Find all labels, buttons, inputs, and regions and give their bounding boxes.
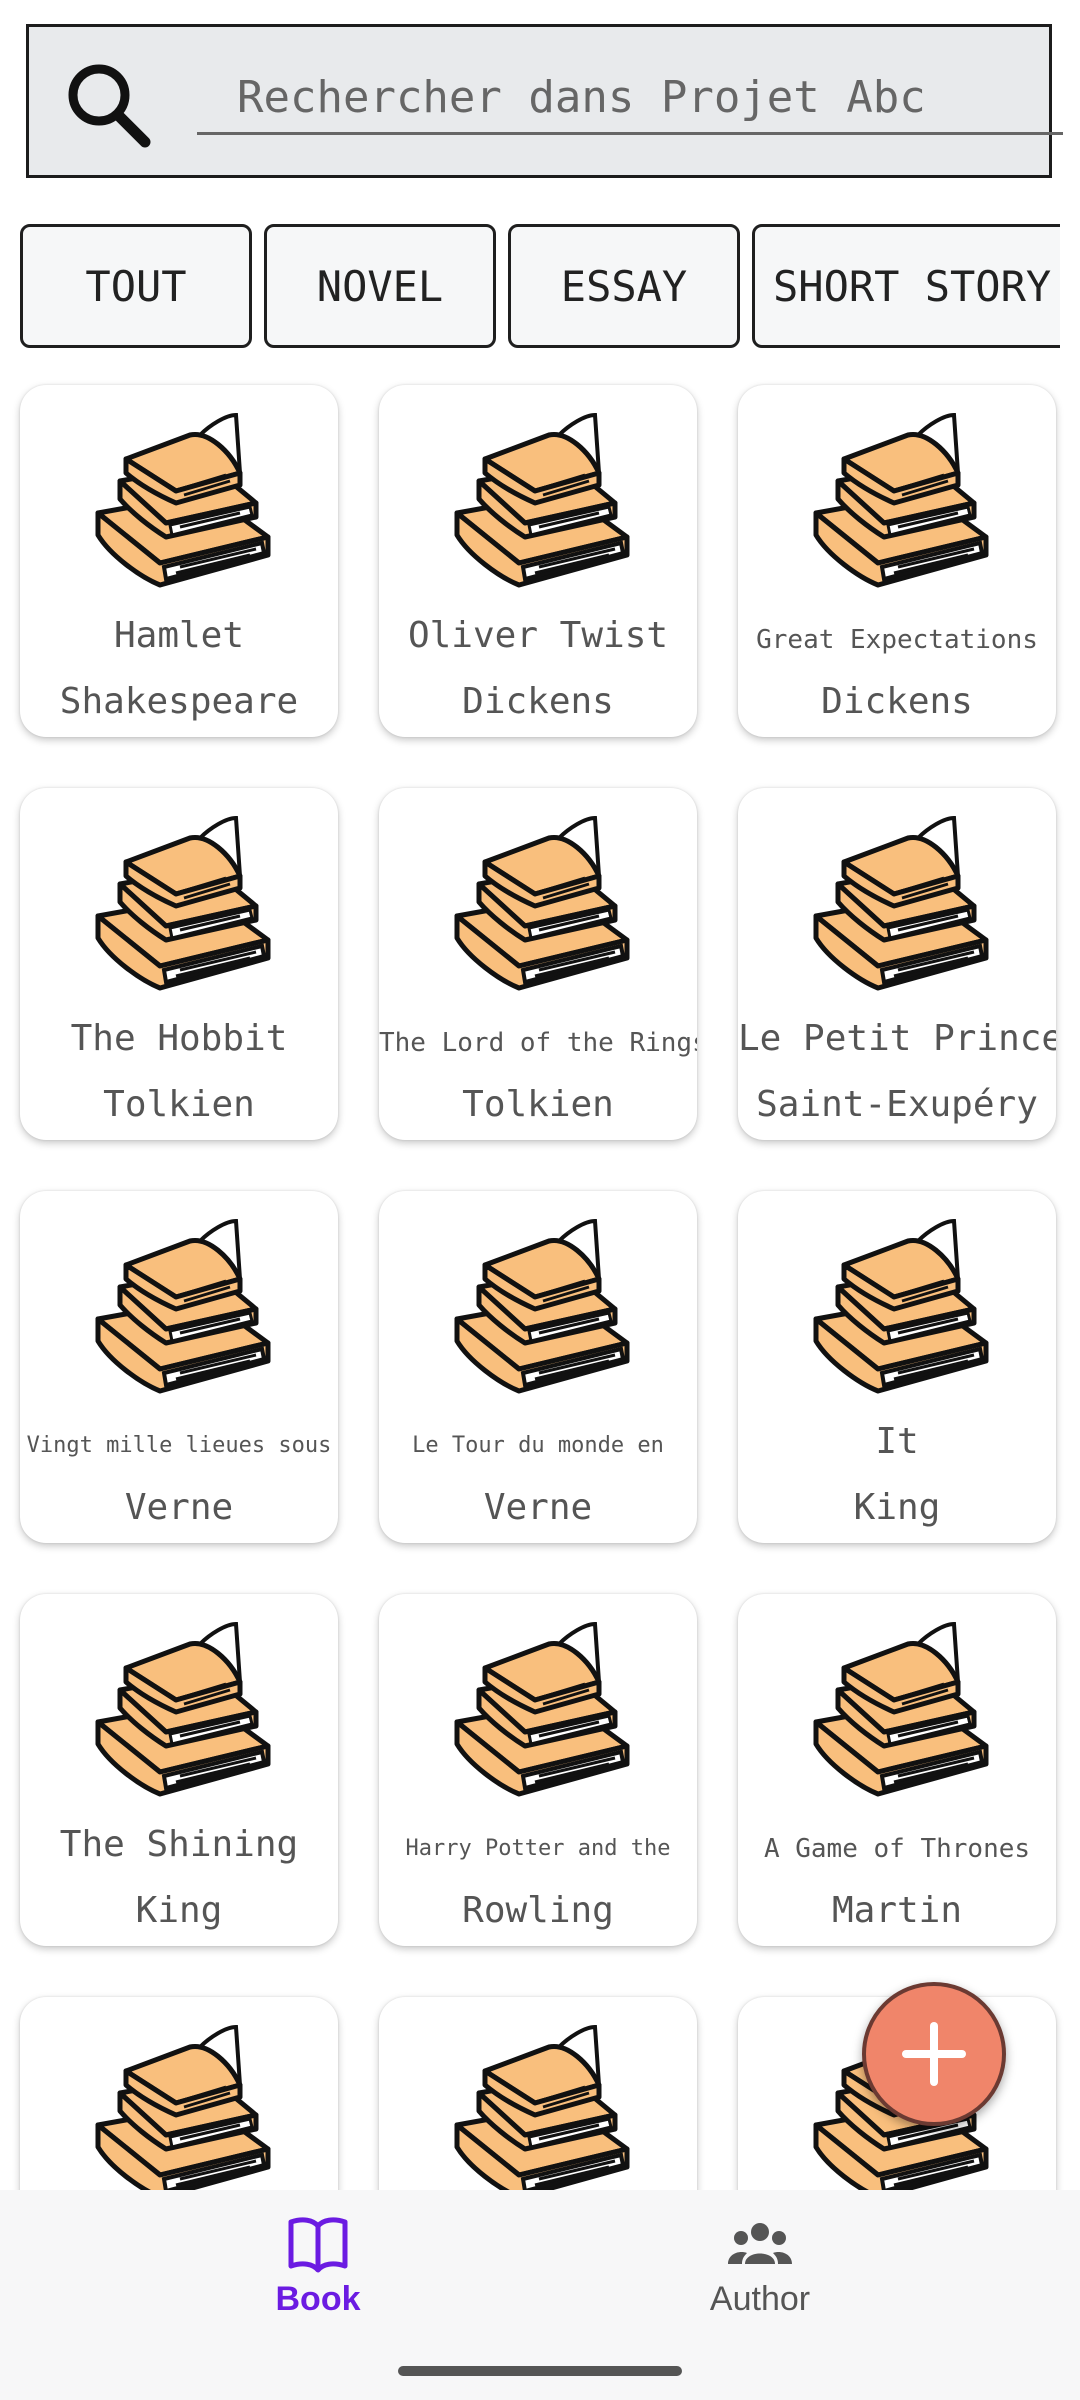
- books-stack-icon: [439, 798, 639, 998]
- book-author: Dickens: [462, 681, 614, 722]
- book-author: King: [853, 1487, 941, 1528]
- books-stack-icon: [798, 798, 998, 998]
- book-author: Martin: [831, 1890, 963, 1931]
- book-author: Verne: [483, 1487, 593, 1528]
- add-book-button[interactable]: [862, 1982, 1006, 2126]
- book-card[interactable]: Oliver Twist Dickens: [379, 385, 697, 737]
- filter-chips: TOUT NOVEL ESSAY SHORT STORY: [20, 224, 1060, 352]
- book-card[interactable]: Harry Potter and the Rowling: [379, 1594, 697, 1946]
- book-author: Verne: [124, 1487, 234, 1528]
- book-card[interactable]: Le Petit Prince Saint-Exupéry: [738, 788, 1056, 1140]
- book-title: The Lord of the Rings: [379, 1028, 697, 1058]
- people-icon: [728, 2223, 792, 2264]
- book-card[interactable]: [379, 1997, 697, 2190]
- home-indicator[interactable]: [398, 2366, 682, 2376]
- book-title: It: [875, 1421, 919, 1462]
- book-author: Tolkien: [103, 1084, 255, 1125]
- book-title: Le Tour du monde en: [412, 1433, 664, 1458]
- books-stack-icon: [80, 395, 280, 595]
- book-author: Saint-Exupéry: [756, 1084, 1038, 1125]
- book-card[interactable]: Great Expectations Dickens: [738, 385, 1056, 737]
- book-title: Oliver Twist: [407, 615, 669, 656]
- book-card[interactable]: A Game of Thrones Martin: [738, 1594, 1056, 1946]
- book-title: Le Petit Prince: [738, 1018, 1056, 1059]
- book-title: Great Expectations: [756, 625, 1038, 655]
- book-card[interactable]: Hamlet Shakespeare: [20, 385, 338, 737]
- nav-label-book: Book: [275, 2280, 361, 2318]
- book-title: A Game of Thrones: [763, 1834, 1031, 1864]
- book-card[interactable]: The Lord of the Rings Tolkien: [379, 788, 697, 1140]
- books-stack-icon: [439, 2007, 639, 2190]
- books-stack-icon: [798, 395, 998, 595]
- book-title: Vingt mille lieues sous: [26, 1433, 332, 1458]
- book-card[interactable]: The Shining King: [20, 1594, 338, 1946]
- filter-chip-novel[interactable]: NOVEL: [264, 224, 496, 348]
- search-bar: [26, 24, 1063, 178]
- book-title: The Hobbit: [70, 1018, 288, 1059]
- books-stack-icon: [798, 1604, 998, 1804]
- search-icon[interactable]: [57, 55, 157, 155]
- book-card[interactable]: Vingt mille lieues sous Verne: [20, 1191, 338, 1543]
- book-author: King: [135, 1890, 223, 1931]
- nav-item-book[interactable]: Book: [168, 2208, 468, 2338]
- book-author: Tolkien: [462, 1084, 614, 1125]
- nav-item-author[interactable]: Author: [610, 2208, 910, 2338]
- book-card[interactable]: It King: [738, 1191, 1056, 1543]
- nav-label-author: Author: [709, 2280, 811, 2318]
- filter-chip-short-story[interactable]: SHORT STORY: [752, 224, 1060, 348]
- book-title: The Shining: [59, 1824, 299, 1865]
- books-stack-icon: [80, 2007, 280, 2190]
- books-stack-icon: [80, 798, 280, 998]
- filter-chip-all[interactable]: TOUT: [20, 224, 252, 348]
- filter-chip-essay[interactable]: ESSAY: [508, 224, 740, 348]
- book-title: Harry Potter and the: [405, 1836, 671, 1861]
- book-grid: Hamlet Shakespeare Oliver Twist Dickens …: [0, 380, 1080, 2190]
- book-card[interactable]: Le Tour du monde en Verne: [379, 1191, 697, 1543]
- book-author: Shakespeare: [59, 681, 299, 722]
- books-stack-icon: [439, 1604, 639, 1804]
- book-icon: [288, 2217, 348, 2273]
- books-stack-icon: [439, 1201, 639, 1401]
- book-card[interactable]: [20, 1997, 338, 2190]
- book-card[interactable]: The Hobbit Tolkien: [20, 788, 338, 1140]
- search-input[interactable]: [197, 63, 1063, 135]
- book-title: Hamlet: [113, 615, 245, 656]
- books-stack-icon: [439, 395, 639, 595]
- books-stack-icon: [798, 1201, 998, 1401]
- books-stack-icon: [80, 1604, 280, 1804]
- books-stack-icon: [80, 1201, 280, 1401]
- book-author: Dickens: [821, 681, 973, 722]
- book-author: Rowling: [462, 1890, 614, 1931]
